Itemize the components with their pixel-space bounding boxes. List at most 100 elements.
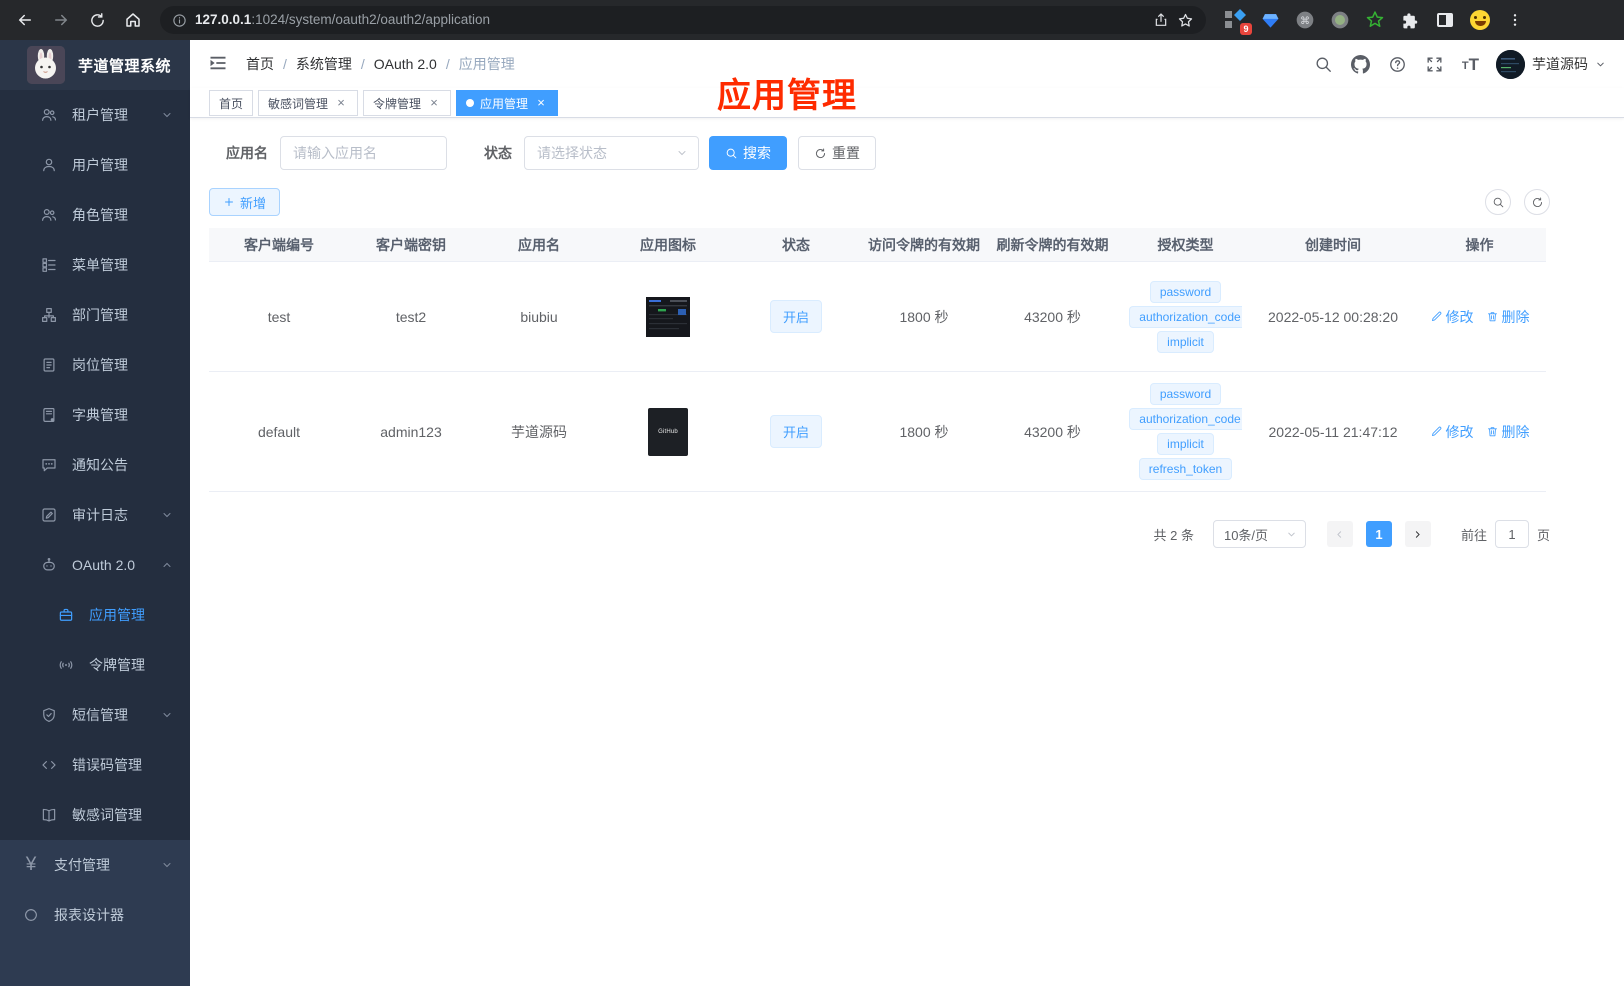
reset-button[interactable]: 重置 bbox=[798, 136, 876, 170]
command-extension-icon[interactable]: ⌘ bbox=[1294, 9, 1316, 31]
goto-page-input[interactable] bbox=[1494, 520, 1529, 548]
browser-menu-icon[interactable] bbox=[1504, 9, 1526, 31]
site-info-icon[interactable] bbox=[172, 13, 187, 28]
prev-page-button[interactable] bbox=[1326, 521, 1353, 547]
sidebar-item-notice[interactable]: 通知公告 bbox=[0, 440, 190, 490]
trash-icon bbox=[1487, 312, 1497, 322]
app-icon-image bbox=[646, 296, 690, 337]
close-icon[interactable]: × bbox=[534, 96, 548, 110]
user-avatar bbox=[1496, 49, 1525, 79]
browser-reload-icon[interactable] bbox=[82, 5, 112, 35]
pagination: 共 2 条 10条/页 1 前往 页 bbox=[1154, 520, 1550, 548]
sidebar-item-dept[interactable]: 部门管理 bbox=[0, 290, 190, 340]
bookmark-star-icon[interactable] bbox=[1177, 12, 1194, 29]
chevron-down-icon bbox=[678, 151, 686, 156]
chevron-up-icon bbox=[161, 559, 173, 571]
extensions-puzzle-icon[interactable] bbox=[1399, 9, 1421, 31]
font-size-icon[interactable]: TT bbox=[1462, 56, 1479, 73]
status-label: 状态 bbox=[484, 145, 512, 161]
sidebar-item-payment[interactable]: ¥ 支付管理 bbox=[0, 840, 190, 890]
grant-type-tag: implicit bbox=[1157, 433, 1214, 455]
breadcrumb-oauth2[interactable]: OAuth 2.0 bbox=[374, 56, 437, 72]
breadcrumb-home[interactable]: 首页 bbox=[246, 54, 274, 74]
sidebar-menu: 租户管理 用户管理 角色管理 菜单管理 部门管理 岗位管理 字典管理 通知公告 … bbox=[0, 90, 190, 840]
sidebar-item-report-designer[interactable]: 报表设计器 bbox=[0, 890, 190, 940]
app-name-input[interactable] bbox=[280, 136, 447, 170]
sidebar-item-oauth2[interactable]: OAuth 2.0 bbox=[0, 540, 190, 590]
url-bar[interactable]: 127.0.0.1:1024/system/oauth2/oauth2/appl… bbox=[160, 6, 1206, 34]
delete-button[interactable]: 删除 bbox=[1486, 422, 1530, 442]
search-button[interactable]: 搜索 bbox=[709, 136, 787, 170]
edit-button[interactable]: 修改 bbox=[1430, 422, 1474, 442]
refresh-icon bbox=[815, 147, 826, 158]
sidebar-item-oauth2-application[interactable]: 应用管理 bbox=[0, 590, 190, 640]
chevron-down-icon bbox=[161, 859, 173, 871]
sidebar-item-post[interactable]: 岗位管理 bbox=[0, 340, 190, 390]
sidebar-item-error-code[interactable]: 错误码管理 bbox=[0, 740, 190, 790]
signal-icon bbox=[57, 656, 75, 674]
edit-log-icon bbox=[40, 506, 58, 524]
github-icon[interactable] bbox=[1351, 54, 1371, 74]
user-icon bbox=[40, 156, 58, 174]
sidebar-item-sensitive-words[interactable]: 敏感词管理 bbox=[0, 790, 190, 840]
gem-extension-icon[interactable] bbox=[1259, 9, 1281, 31]
user-menu[interactable]: 芋道源码 bbox=[1496, 49, 1606, 79]
tab-home[interactable]: 首页 bbox=[209, 90, 254, 116]
filter-form: 应用名 状态 请选择状态 搜索 重置 bbox=[226, 136, 876, 170]
search-icon[interactable] bbox=[1314, 54, 1334, 74]
add-button[interactable]: 新增 bbox=[209, 188, 281, 216]
delete-button[interactable]: 删除 bbox=[1486, 307, 1530, 327]
app-title: 芋道管理系统 bbox=[78, 57, 172, 75]
star-extension-icon[interactable] bbox=[1364, 9, 1386, 31]
id-badge-icon bbox=[40, 356, 58, 374]
browser-home-icon[interactable] bbox=[118, 5, 148, 35]
toggle-search-button[interactable] bbox=[1485, 189, 1511, 215]
tab-application[interactable]: 应用管理 × bbox=[456, 90, 559, 116]
open-book-icon bbox=[40, 806, 58, 824]
close-icon[interactable]: × bbox=[334, 96, 348, 110]
app-icon-image: GitHub bbox=[648, 407, 688, 456]
status-select[interactable]: 请选择状态 bbox=[524, 136, 699, 170]
app-logo[interactable]: 芋道管理系统 bbox=[0, 40, 190, 90]
sidebar: 芋道管理系统 租户管理 用户管理 角色管理 菜单管理 部门管理 岗位管理 字典管… bbox=[0, 40, 190, 986]
share-icon[interactable] bbox=[1153, 12, 1169, 28]
sidebar-item-user[interactable]: 用户管理 bbox=[0, 140, 190, 190]
sidebar-item-sms[interactable]: 短信管理 bbox=[0, 690, 190, 740]
chevron-down-icon bbox=[1288, 532, 1295, 537]
tab-group-extension-icon[interactable]: 9 bbox=[1224, 9, 1252, 35]
sidebar-item-menu[interactable]: 菜单管理 bbox=[0, 240, 190, 290]
table-row: default admin123 芋道源码 GitHub 开启 1800 秒 4… bbox=[209, 372, 1546, 492]
sidebar-item-dict[interactable]: 字典管理 bbox=[0, 390, 190, 440]
tree-list-icon bbox=[40, 256, 58, 274]
table-header-row: 客户端编号 客户端密钥 应用名 应用图标 状态 访问令牌的有效期 刷新令牌的有效… bbox=[209, 228, 1546, 262]
side-panel-icon[interactable] bbox=[1434, 9, 1456, 31]
browser-forward-icon[interactable] bbox=[46, 5, 76, 35]
sidebar-item-tenant[interactable]: 租户管理 bbox=[0, 90, 190, 140]
edit-button[interactable]: 修改 bbox=[1430, 307, 1474, 327]
next-page-button[interactable] bbox=[1404, 521, 1431, 547]
grant-type-tag: implicit bbox=[1157, 330, 1214, 353]
sidebar-item-oauth2-token[interactable]: 令牌管理 bbox=[0, 640, 190, 690]
page-size-select[interactable]: 10条/页 bbox=[1212, 520, 1306, 548]
current-page-button[interactable]: 1 bbox=[1365, 521, 1392, 547]
header-actions: TT 芋道源码 bbox=[1314, 49, 1606, 79]
close-icon[interactable]: × bbox=[427, 96, 441, 110]
sidebar-item-role[interactable]: 角色管理 bbox=[0, 190, 190, 240]
profile-avatar-icon[interactable] bbox=[1469, 9, 1491, 31]
sidebar-item-audit-log[interactable]: 审计日志 bbox=[0, 490, 190, 540]
collapse-sidebar-icon[interactable] bbox=[208, 53, 230, 75]
active-dot bbox=[466, 99, 475, 107]
url-text: 127.0.0.1:1024/system/oauth2/oauth2/appl… bbox=[195, 12, 490, 27]
tab-token[interactable]: 令牌管理 × bbox=[363, 90, 452, 116]
breadcrumb-system[interactable]: 系统管理 bbox=[296, 54, 352, 74]
browser-back-icon[interactable] bbox=[10, 5, 40, 35]
comment-icon bbox=[40, 456, 58, 474]
logo-image bbox=[27, 46, 65, 84]
tab-sensitive-words[interactable]: 敏感词管理 × bbox=[258, 90, 359, 116]
fullscreen-icon[interactable] bbox=[1425, 54, 1445, 74]
record-extension-icon[interactable] bbox=[1329, 9, 1351, 31]
robot-icon bbox=[40, 556, 58, 574]
briefcase-icon bbox=[57, 606, 75, 624]
refresh-table-button[interactable] bbox=[1524, 189, 1550, 215]
help-icon[interactable] bbox=[1388, 54, 1408, 74]
